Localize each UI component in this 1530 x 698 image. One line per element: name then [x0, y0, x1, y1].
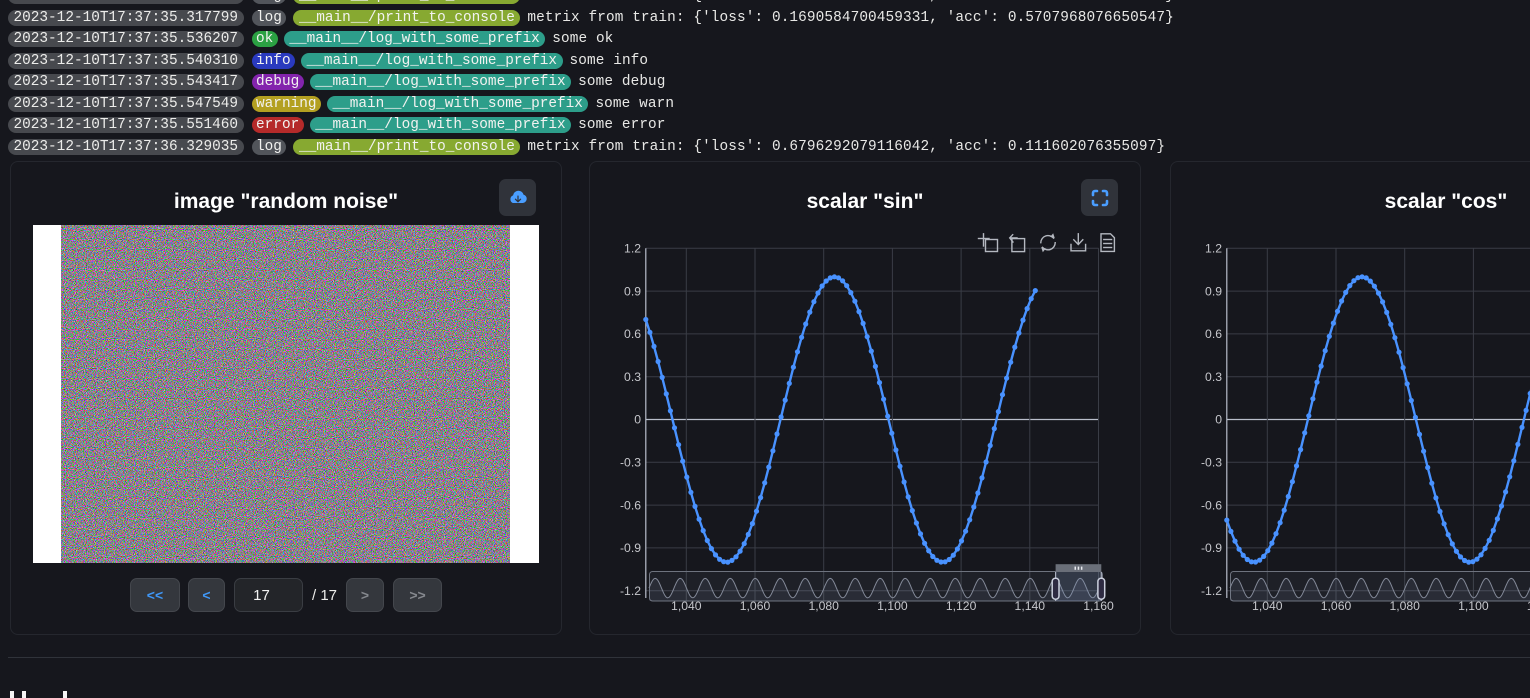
svg-text:1,100: 1,100	[877, 599, 908, 613]
svg-text:-0.3: -0.3	[1201, 456, 1222, 470]
svg-text:1,060: 1,060	[740, 599, 771, 613]
svg-text:1,080: 1,080	[1389, 599, 1420, 613]
svg-text:0.9: 0.9	[1205, 284, 1222, 298]
svg-text:0.3: 0.3	[624, 370, 641, 384]
svg-text:1,060: 1,060	[1321, 599, 1352, 613]
svg-text:-0.9: -0.9	[1201, 541, 1222, 555]
svg-text:1,100: 1,100	[1458, 599, 1489, 613]
svg-text:0.9: 0.9	[624, 284, 641, 298]
svg-text:-0.6: -0.6	[620, 498, 641, 512]
svg-text:1,040: 1,040	[671, 599, 702, 613]
svg-text:0.6: 0.6	[624, 327, 641, 341]
svg-text:1,040: 1,040	[1252, 599, 1283, 613]
svg-text:-0.6: -0.6	[1201, 498, 1222, 512]
svg-text:1.2: 1.2	[1205, 242, 1222, 256]
svg-text:1,080: 1,080	[808, 599, 839, 613]
svg-text:-1.2: -1.2	[620, 584, 641, 598]
svg-text:-1.2: -1.2	[1201, 584, 1222, 598]
svg-text:1,120: 1,120	[946, 599, 977, 613]
svg-text:1,140: 1,140	[1015, 599, 1046, 613]
svg-text:-0.3: -0.3	[620, 456, 641, 470]
svg-text:0: 0	[634, 413, 641, 427]
svg-text:1.2: 1.2	[624, 242, 641, 256]
svg-text:0: 0	[1215, 413, 1222, 427]
svg-text:0.3: 0.3	[1205, 370, 1222, 384]
svg-text:1,160: 1,160	[1083, 599, 1114, 613]
svg-text:-0.9: -0.9	[620, 541, 641, 555]
svg-text:0.6: 0.6	[1205, 327, 1222, 341]
